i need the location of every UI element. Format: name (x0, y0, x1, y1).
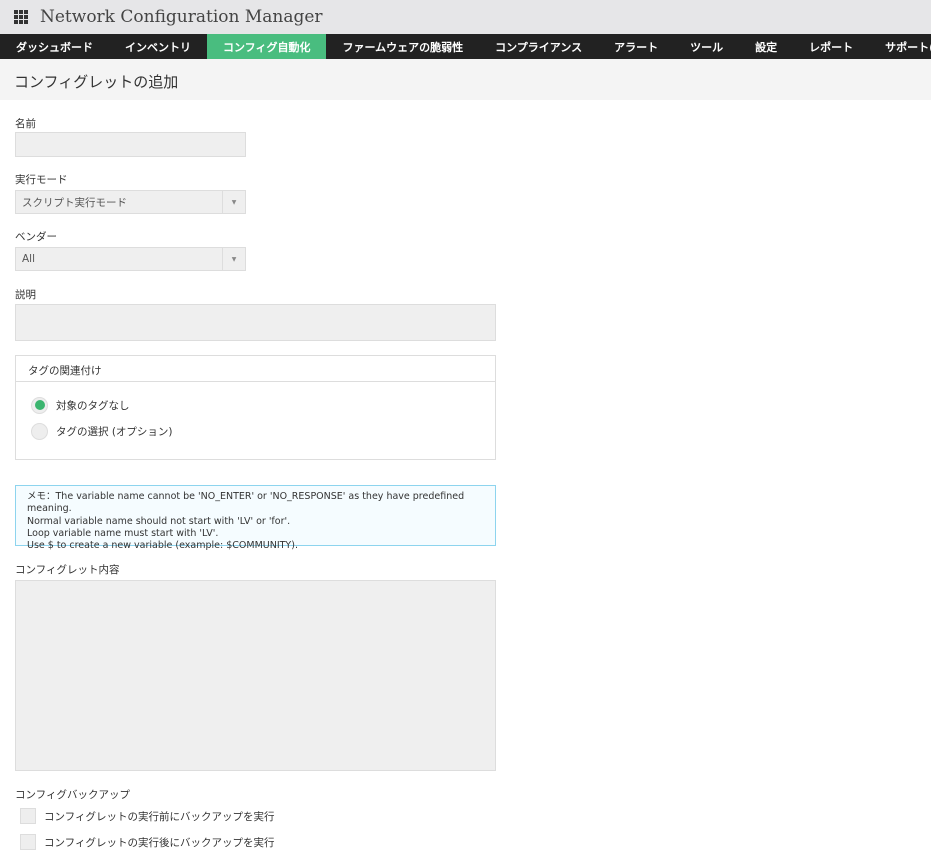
radio-label: タグの選択 (オプション) (56, 425, 173, 438)
nav-config-automation[interactable]: コンフィグ自動化 (207, 34, 327, 59)
vendor-value: All (22, 253, 36, 265)
nav-tools[interactable]: ツール (674, 34, 739, 59)
tag-header: タグの関連付け (16, 356, 495, 382)
radio-select-tag[interactable]: タグの選択 (オプション) (31, 418, 495, 444)
app-grid-icon[interactable] (14, 10, 28, 24)
note-line: Normal variable name should not start wi… (27, 515, 291, 527)
backup-label: コンフィグバックアップ (15, 789, 130, 801)
nav-compliance[interactable]: コンプライアンス (479, 34, 598, 59)
radio-no-tag[interactable]: 対象のタグなし (31, 392, 495, 418)
checkbox-icon (20, 808, 36, 824)
radio-label: 対象のタグなし (56, 399, 130, 412)
vendor-select[interactable]: All ▼ (15, 247, 246, 271)
nav-dashboard[interactable]: ダッシュボード (0, 34, 109, 59)
nav-inventory[interactable]: インベントリ (109, 34, 207, 59)
nav-support[interactable]: サポート(米国) (869, 34, 931, 59)
mode-select[interactable]: スクリプト実行モード ▼ (15, 190, 246, 214)
note-line: Loop variable name must start with 'LV'. (27, 527, 219, 539)
nav-firmware-vuln[interactable]: ファームウェアの脆弱性 (326, 34, 479, 59)
app-title: Network Configuration Manager (40, 7, 323, 27)
desc-label: 説明 (15, 289, 36, 301)
note-line: Use $ to create a new variable (example:… (27, 540, 298, 552)
app-header: Network Configuration Manager (0, 0, 931, 34)
backup-before-checkbox[interactable]: コンフィグレットの実行前にバックアップを実行 (20, 808, 274, 824)
mode-value: スクリプト実行モード (22, 196, 127, 209)
name-label: 名前 (15, 118, 36, 130)
tag-association-panel: タグの関連付け 対象のタグなし タグの選択 (オプション) (15, 355, 496, 460)
checkbox-label: コンフィグレットの実行前にバックアップを実行 (44, 810, 275, 823)
main-nav: ダッシュボード インベントリ コンフィグ自動化 ファームウェアの脆弱性 コンプラ… (0, 34, 931, 59)
checkbox-icon (20, 834, 36, 850)
content-label: コンフィグレット内容 (15, 564, 120, 576)
radio-selected-icon (31, 396, 48, 414)
variable-note: メモ：The variable name cannot be 'NO_ENTER… (15, 485, 496, 551)
mode-label: 実行モード (15, 174, 68, 186)
backup-after-checkbox[interactable]: コンフィグレットの実行後にバックアップを実行 (20, 834, 274, 850)
name-input[interactable] (15, 132, 246, 157)
nav-settings[interactable]: 設定 (739, 34, 793, 59)
nav-reports[interactable]: レポート (793, 34, 869, 59)
radio-empty-icon (31, 422, 48, 440)
desc-input[interactable] (15, 304, 496, 341)
chevron-down-icon: ▼ (222, 191, 245, 213)
chevron-down-icon: ▼ (222, 248, 245, 270)
page-title: コンフィグレットの追加 (0, 59, 931, 100)
checkbox-label: コンフィグレットの実行後にバックアップを実行 (44, 836, 275, 849)
vendor-label: ベンダー (15, 231, 57, 243)
content-textarea[interactable] (15, 580, 496, 771)
note-line: メモ：The variable name cannot be 'NO_ENTER… (27, 491, 465, 515)
nav-alerts[interactable]: アラート (598, 34, 674, 59)
